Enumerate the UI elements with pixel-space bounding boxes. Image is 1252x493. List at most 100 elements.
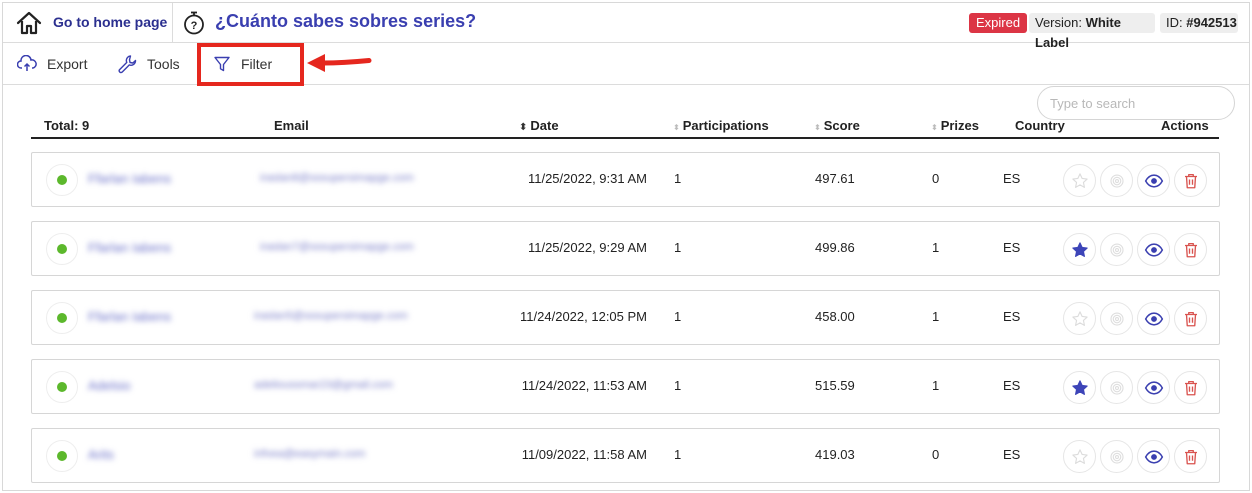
view-button[interactable]	[1137, 233, 1170, 266]
eye-icon	[1144, 447, 1164, 467]
view-button[interactable]	[1137, 440, 1170, 473]
id-prefix: ID:	[1166, 15, 1187, 30]
status-dot	[46, 233, 78, 265]
medal-icon	[1108, 172, 1126, 190]
sort-icon: ⬍	[931, 123, 938, 132]
prizes-count: 1	[932, 309, 940, 324]
column-participations-label: Participations	[682, 118, 769, 133]
participation-date: 11/24/2022, 12:05 PM	[520, 309, 647, 324]
favorite-button[interactable]	[1063, 302, 1096, 335]
sort-icon: ⬍	[519, 122, 528, 133]
star-icon	[1071, 448, 1089, 466]
participations-count: 1	[674, 309, 682, 324]
column-prizes[interactable]: ⬍ Prizes	[931, 118, 979, 133]
id-badge: ID: #942513	[1160, 13, 1238, 33]
score-value: 515.59	[815, 378, 855, 393]
toolbar: Export Tools Filter	[3, 43, 1249, 120]
eye-icon	[1144, 240, 1164, 260]
sort-icon: ⬍	[673, 123, 680, 132]
prize-button[interactable]	[1100, 164, 1133, 197]
annotation-arrow-icon	[307, 54, 372, 72]
filter-highlight-box	[197, 43, 304, 86]
delete-button[interactable]	[1174, 302, 1207, 335]
country-code: ES	[1003, 378, 1021, 393]
sort-icon: ⬍	[814, 123, 821, 132]
favorite-button[interactable]	[1063, 164, 1096, 197]
table-row: Ffarlan Iabens iraslan8@sssupersimapge.c…	[31, 152, 1220, 207]
prizes-count: 1	[932, 378, 940, 393]
favorite-button[interactable]	[1063, 440, 1096, 473]
column-prizes-label: Prizes	[940, 118, 980, 133]
column-score[interactable]: ⬍ Score	[814, 118, 860, 133]
star-icon	[1071, 310, 1089, 328]
participant-email: iraslan7@sssupersimapge.com	[260, 241, 414, 253]
delete-button[interactable]	[1174, 371, 1207, 404]
status-dot	[46, 440, 78, 472]
tools-button[interactable]: Tools	[117, 43, 180, 85]
participant-email: adelioussmar23@gmail.com	[254, 379, 393, 391]
status-dot	[46, 302, 78, 334]
score-value: 499.86	[815, 240, 855, 255]
star-icon	[1071, 241, 1089, 259]
view-button[interactable]	[1137, 371, 1170, 404]
participation-date: 11/25/2022, 9:31 AM	[527, 171, 647, 186]
table-row: Ffarlan Iabens iraslan5@sssupersimapge.c…	[31, 290, 1220, 345]
country-code: ES	[1003, 309, 1021, 324]
column-score-label: Score	[823, 118, 860, 133]
medal-icon	[1108, 241, 1126, 259]
prize-button[interactable]	[1100, 440, 1133, 473]
participations-count: 1	[674, 171, 682, 186]
column-date-label: Date	[530, 118, 559, 133]
export-button[interactable]: Export	[17, 43, 87, 85]
participant-email: iraslan8@sssupersimapge.com	[260, 172, 414, 184]
favorite-button[interactable]	[1063, 371, 1096, 404]
trash-icon	[1182, 448, 1200, 466]
prize-button[interactable]	[1100, 302, 1133, 335]
view-button[interactable]	[1137, 164, 1170, 197]
version-badge: Version: White Label	[1029, 13, 1155, 50]
participant-name: Ffarlan Iabens	[88, 240, 172, 255]
table-row: Ffarlan Iabens iraslan7@sssupersimapge.c…	[31, 221, 1220, 276]
trash-icon	[1182, 379, 1200, 397]
medal-icon	[1108, 310, 1126, 328]
status-badge: Expired	[969, 13, 1028, 33]
wrench-icon	[118, 55, 137, 74]
status-dot	[46, 371, 78, 403]
star-icon	[1071, 379, 1089, 397]
home-link-label: Go to home page	[53, 14, 168, 30]
country-code: ES	[1003, 447, 1021, 462]
prizes-count: 1	[932, 240, 940, 255]
participations-count: 1	[674, 378, 682, 393]
trash-icon	[1182, 241, 1200, 259]
delete-button[interactable]	[1174, 164, 1207, 197]
delete-button[interactable]	[1174, 233, 1207, 266]
favorite-button[interactable]	[1063, 233, 1096, 266]
table-row: Adelsio adelioussmar23@gmail.com 11/24/2…	[31, 359, 1220, 414]
home-link[interactable]: Go to home page	[3, 3, 173, 43]
prize-button[interactable]	[1100, 233, 1133, 266]
app-window: Go to home page ? ¿Cuánto sabes sobres s…	[2, 2, 1250, 491]
medal-icon	[1108, 379, 1126, 397]
table-row: Arits infvea@easymain.com 11/09/2022, 11…	[31, 428, 1220, 483]
home-icon	[16, 11, 42, 35]
delete-button[interactable]	[1174, 440, 1207, 473]
column-email[interactable]: Email	[274, 118, 309, 133]
tools-label: Tools	[147, 56, 180, 72]
id-value: #942513	[1186, 15, 1237, 30]
participant-email: infvea@easymain.com	[254, 448, 366, 460]
table-header: Total: 9 Email ⬍ Date ⬍ Participations ⬍ Sc…	[31, 115, 1219, 139]
score-value: 419.03	[815, 447, 855, 462]
top-bar: Go to home page ? ¿Cuánto sabes sobres s…	[3, 3, 1249, 50]
trash-icon	[1182, 310, 1200, 328]
column-country: Country	[1015, 118, 1065, 133]
eye-icon	[1144, 309, 1164, 329]
participation-date: 11/24/2022, 11:53 AM	[521, 378, 647, 393]
participation-date: 11/25/2022, 9:29 AM	[527, 240, 647, 255]
view-button[interactable]	[1137, 302, 1170, 335]
participations-count: 1	[674, 447, 682, 462]
prize-button[interactable]	[1100, 371, 1133, 404]
participations-count: 1	[674, 240, 682, 255]
column-participations[interactable]: ⬍ Participations	[673, 118, 769, 133]
column-actions: Actions	[1161, 118, 1209, 133]
column-date[interactable]: ⬍ Date	[519, 118, 559, 133]
